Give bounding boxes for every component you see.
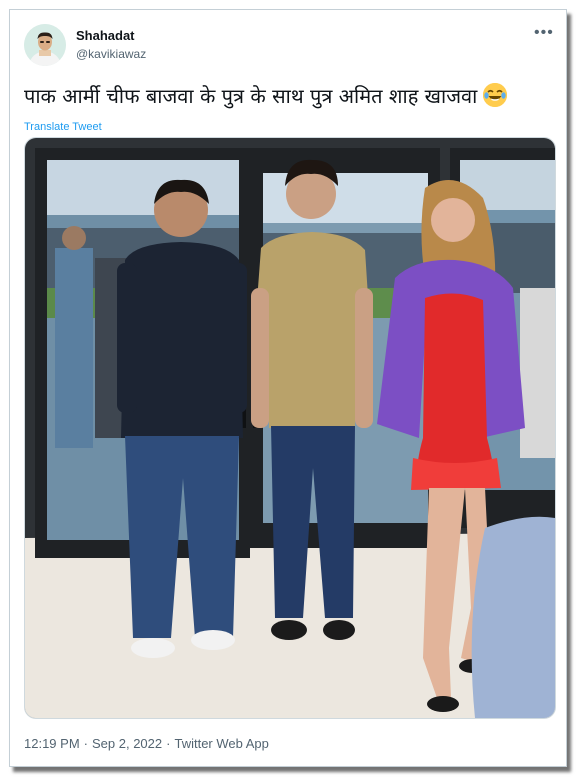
tweet-photo[interactable] bbox=[24, 137, 556, 719]
meta-separator: · bbox=[83, 736, 88, 751]
more-options-icon[interactable]: ••• bbox=[534, 25, 554, 41]
tweet-text: पाक आर्मी चीफ बाजवा के पुत्र के साथ पुत्… bbox=[24, 82, 544, 109]
tweet-date[interactable]: Sep 2, 2022 bbox=[92, 736, 162, 751]
photo-illustration bbox=[25, 138, 555, 718]
person-avatar-icon bbox=[24, 24, 66, 66]
tweet-body: पाक आर्मी चीफ बाजवा के पुत्र के साथ पुत्… bbox=[24, 84, 478, 108]
author-name[interactable]: Shahadat bbox=[76, 28, 135, 43]
tweet-meta: 12:19 PM · Sep 2, 2022 · Twitter Web App bbox=[24, 736, 269, 751]
tweet-card: Shahadat @kavikiawaz ••• पाक आर्मी चीफ ब… bbox=[9, 9, 567, 767]
tweet-time[interactable]: 12:19 PM bbox=[24, 736, 80, 751]
meta-separator: · bbox=[166, 736, 171, 751]
author-handle[interactable]: @kavikiawaz bbox=[76, 47, 146, 61]
face-with-tears-of-joy-icon bbox=[483, 83, 508, 107]
tweet-source: Twitter Web App bbox=[174, 736, 269, 751]
author-avatar[interactable] bbox=[24, 24, 66, 66]
translate-tweet-link[interactable]: Translate Tweet bbox=[24, 121, 102, 133]
